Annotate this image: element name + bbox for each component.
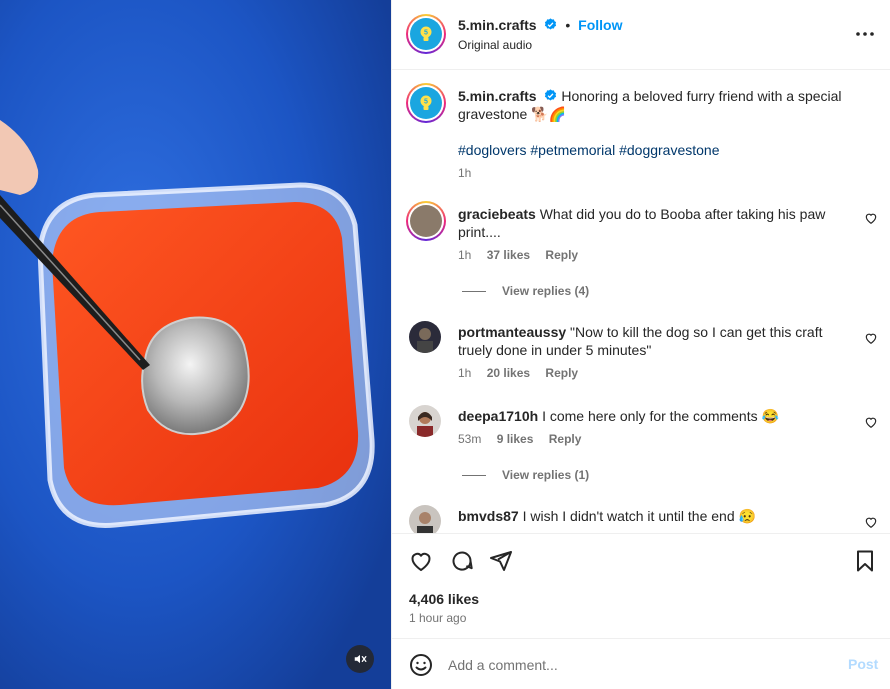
- post-comment-button[interactable]: Post: [848, 656, 878, 672]
- commenter-avatar[interactable]: [409, 321, 441, 353]
- comment-like-heart-icon[interactable]: [864, 211, 878, 225]
- caption-username[interactable]: 5.min.crafts: [458, 88, 537, 104]
- author-avatar[interactable]: 5: [406, 14, 446, 54]
- comment-text: I wish I didn't watch it until the end 😥: [522, 508, 756, 524]
- comment-reply-button[interactable]: Reply: [545, 366, 578, 380]
- comment-username[interactable]: bmvds87: [458, 508, 519, 524]
- comment-text-block: bmvds87 I wish I didn't watch it until t…: [458, 507, 858, 525]
- svg-text:5: 5: [424, 30, 428, 37]
- view-replies-button[interactable]: View replies (1): [462, 468, 589, 482]
- post-likes-count[interactable]: 4,406 likes: [409, 591, 479, 607]
- caption-text-block: 5.min.crafts Honoring a beloved furry fr…: [458, 87, 858, 123]
- comment-composer: Post: [392, 638, 890, 689]
- comment-likes[interactable]: 20 likes: [487, 366, 530, 380]
- caption-hashtags[interactable]: #doglovers #petmemorial #doggravestone: [458, 141, 858, 159]
- commenter-avatar[interactable]: [409, 505, 441, 533]
- commenter-avatar[interactable]: [406, 201, 446, 241]
- comment-icon[interactable]: [450, 549, 474, 573]
- commenter-avatar[interactable]: [409, 405, 441, 437]
- comment-time: 1h: [458, 366, 472, 380]
- comment-username[interactable]: portmanteaussy: [458, 324, 566, 340]
- comment-text-block: portmanteaussy "Now to kill the dog so I…: [458, 323, 858, 359]
- heart-icon[interactable]: [409, 549, 433, 573]
- comment-time: 53m: [458, 432, 482, 446]
- video-frame: [0, 0, 391, 689]
- post-side-panel: 5 5.min.crafts • Follow Original audio 5…: [391, 0, 890, 689]
- post-timestamp[interactable]: 1 hour ago: [409, 611, 466, 625]
- emoji-icon[interactable]: [409, 653, 433, 677]
- lightbulb-logo-icon: 5: [420, 26, 432, 41]
- comment-username[interactable]: deepa1710h: [458, 408, 538, 424]
- comment-text-block: graciebeats What did you do to Booba aft…: [458, 205, 858, 241]
- post-header: 5 5.min.crafts • Follow Original audio: [392, 0, 890, 70]
- comment-reply-button[interactable]: Reply: [545, 248, 578, 262]
- view-replies-label: View replies (1): [502, 468, 590, 482]
- lightbulb-logo-icon: 5: [420, 95, 432, 110]
- svg-text:5: 5: [424, 99, 428, 106]
- verified-badge-icon: [545, 18, 557, 30]
- caption-author-avatar[interactable]: 5: [406, 83, 446, 123]
- comment-like-heart-icon[interactable]: [864, 331, 878, 345]
- audio-label[interactable]: Original audio: [458, 38, 532, 52]
- mute-icon: [354, 654, 367, 664]
- post-dialog: 5 5.min.crafts • Follow Original audio 5…: [0, 0, 890, 689]
- post-actions: 4,406 likes 1 hour ago: [392, 533, 890, 638]
- comment-text-block: deepa1710h I come here only for the comm…: [458, 407, 858, 425]
- view-replies-button[interactable]: View replies (4): [462, 284, 589, 298]
- comment-like-heart-icon[interactable]: [864, 515, 878, 529]
- caption-time: 1h: [458, 166, 472, 180]
- comment-likes[interactable]: 9 likes: [497, 432, 534, 446]
- comment-like-heart-icon[interactable]: [864, 415, 878, 429]
- bookmark-icon[interactable]: [853, 549, 877, 573]
- mute-toggle-button[interactable]: [346, 645, 374, 673]
- share-icon[interactable]: [489, 549, 513, 573]
- comments-list[interactable]: 5 5.min.crafts Honoring a beloved furry …: [392, 71, 890, 533]
- comment-username[interactable]: graciebeats: [458, 206, 536, 222]
- comment-likes[interactable]: 37 likes: [487, 248, 530, 262]
- comment-meta: 1h 20 likes Reply: [458, 366, 590, 380]
- comment-time: 1h: [458, 248, 472, 262]
- comment-reply-button[interactable]: Reply: [549, 432, 582, 446]
- comment-meta: 53m 9 likes Reply: [458, 432, 593, 446]
- more-options-icon[interactable]: [853, 24, 877, 44]
- view-replies-label: View replies (4): [502, 284, 590, 298]
- post-video[interactable]: [0, 0, 391, 689]
- follow-button[interactable]: Follow: [578, 17, 622, 33]
- verified-badge-icon: [545, 89, 557, 101]
- author-username[interactable]: 5.min.crafts: [458, 17, 537, 33]
- add-comment-input[interactable]: [448, 653, 828, 677]
- comment-meta: 1h 37 likes Reply: [458, 248, 590, 262]
- comment-text: I come here only for the comments 😂: [542, 408, 779, 424]
